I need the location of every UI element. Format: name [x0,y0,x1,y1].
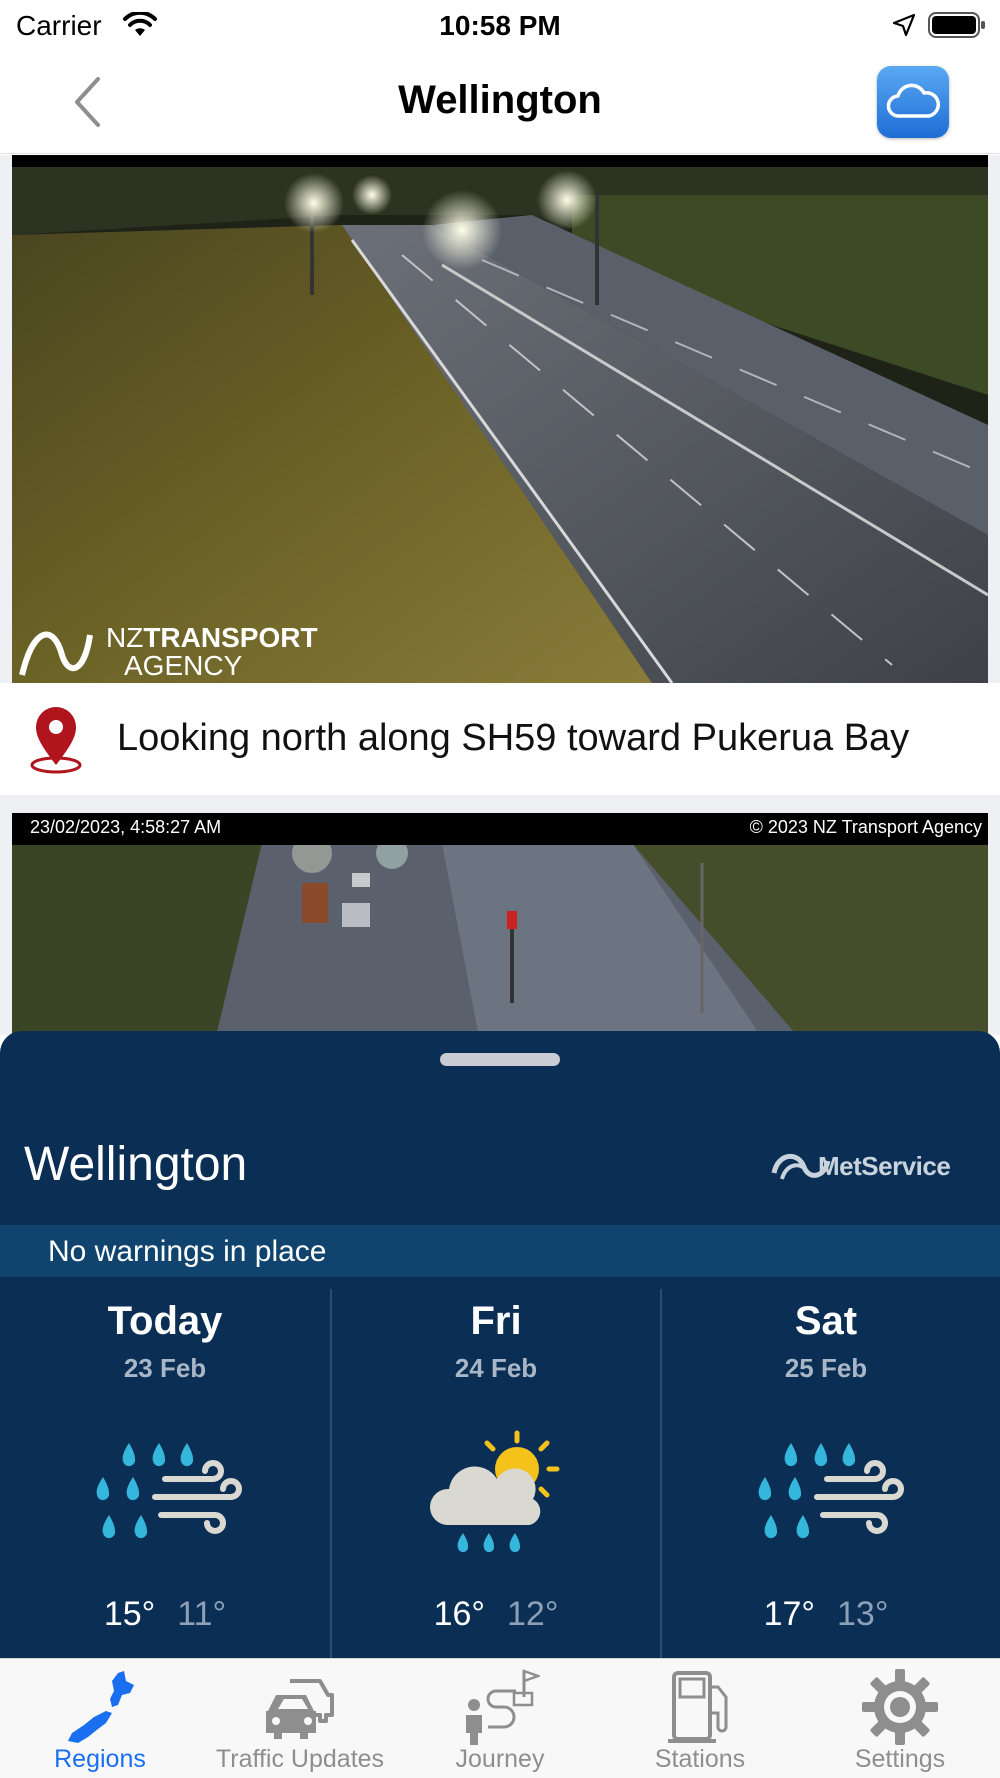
temp-high: 16° [433,1595,485,1633]
nav-bar: Wellington [0,52,1000,154]
camera-photo [12,813,988,1035]
tab-settings[interactable]: Settings [800,1659,1000,1778]
temp-low: 11° [177,1595,227,1633]
camera-timestamp: 23/02/2023, 4:58:27 AM [30,817,222,837]
tab-label: Journey [455,1745,545,1773]
temperatures: 16° 12° [332,1595,660,1634]
journey-icon [466,1669,540,1745]
nz-map-icon [68,1671,134,1743]
weather-location: Wellington [24,1138,248,1191]
day-name: Fri [470,1299,522,1343]
temp-high: 15° [103,1595,156,1633]
tab-journey[interactable]: Journey [400,1659,600,1778]
status-time: 10:58 PM [439,10,561,41]
gear-icon [862,1669,938,1745]
tab-label: Stations [654,1745,746,1773]
location-arrow-icon [892,13,916,37]
temp-low: 12° [507,1595,559,1633]
tab-regions[interactable]: Regions [0,1659,200,1778]
forecast-day[interactable]: Sat 25 Feb 17° 13° [660,1289,990,1660]
warning-bar: No warnings in place [0,1225,1000,1277]
sun-cloud-rain-icon [429,1430,560,1553]
temp-high: 17° [763,1595,815,1633]
battery-icon [928,12,985,38]
tab-bar: Regions Traffic Updates Journey Stations… [0,1658,1000,1778]
forecast-day[interactable]: Fri 24 Feb 16° 12° [330,1289,660,1660]
rain-wind-icon [758,1443,904,1539]
day-name: Sat [794,1299,858,1343]
camera-caption: Looking north along SH59 toward Pukerua … [117,717,910,759]
camera-copyright: © 2023 NZ Transport Agency [749,817,982,837]
camera-caption-row[interactable]: Looking north along SH59 toward Pukerua … [0,683,1000,795]
fuel-pump-icon [668,1671,728,1743]
nz-transport-agency-logo: NZTRANSPORT AGENCY [19,622,318,681]
day-date: 25 Feb [784,1353,868,1383]
tab-label: Settings [854,1745,946,1773]
svg-text:AGENCY: AGENCY [124,650,243,681]
cars-icon [266,1679,334,1739]
forecast-row: Today 23 Feb 15° 11° Fri 24 Feb 16° 12° … [0,1289,1000,1660]
forecast-day[interactable]: Today 23 Feb 15° 11° [0,1289,330,1660]
temperatures: 17° 13° [662,1595,990,1634]
day-name: Today [107,1299,223,1343]
tab-traffic-updates[interactable]: Traffic Updates [200,1659,400,1778]
weather-button[interactable] [877,66,949,138]
temp-low: 13° [837,1595,889,1633]
tab-label: Regions [54,1745,146,1773]
svg-text:NZTRANSPORT: NZTRANSPORT [106,622,318,653]
temperatures: 15° 11° [0,1595,330,1634]
camera-list[interactable]: NZTRANSPORT AGENCY Looking north along S… [0,155,1000,1035]
map-pin-icon [30,707,82,774]
metservice-label: MetService [818,1151,951,1181]
camera-photo [12,155,988,683]
day-date: 23 Feb [123,1353,207,1383]
tab-label: Traffic Updates [215,1745,385,1773]
traffic-camera-image[interactable]: 23/02/2023, 4:58:27 AM © 2023 NZ Transpo… [12,813,988,1035]
weather-sheet[interactable]: Wellington MetService No warnings in pla… [0,1031,1000,1660]
rain-wind-icon [96,1443,242,1539]
sheet-grabber[interactable] [440,1053,560,1066]
day-date: 24 Feb [454,1353,538,1383]
status-bar: Carrier 10:58 PM [0,0,1000,50]
traffic-camera-image[interactable]: NZTRANSPORT AGENCY [12,155,988,683]
warning-text: No warnings in place [48,1235,327,1268]
tab-stations[interactable]: Stations [600,1659,800,1778]
cloud-icon [886,83,940,118]
page-title: Wellington [398,78,602,122]
